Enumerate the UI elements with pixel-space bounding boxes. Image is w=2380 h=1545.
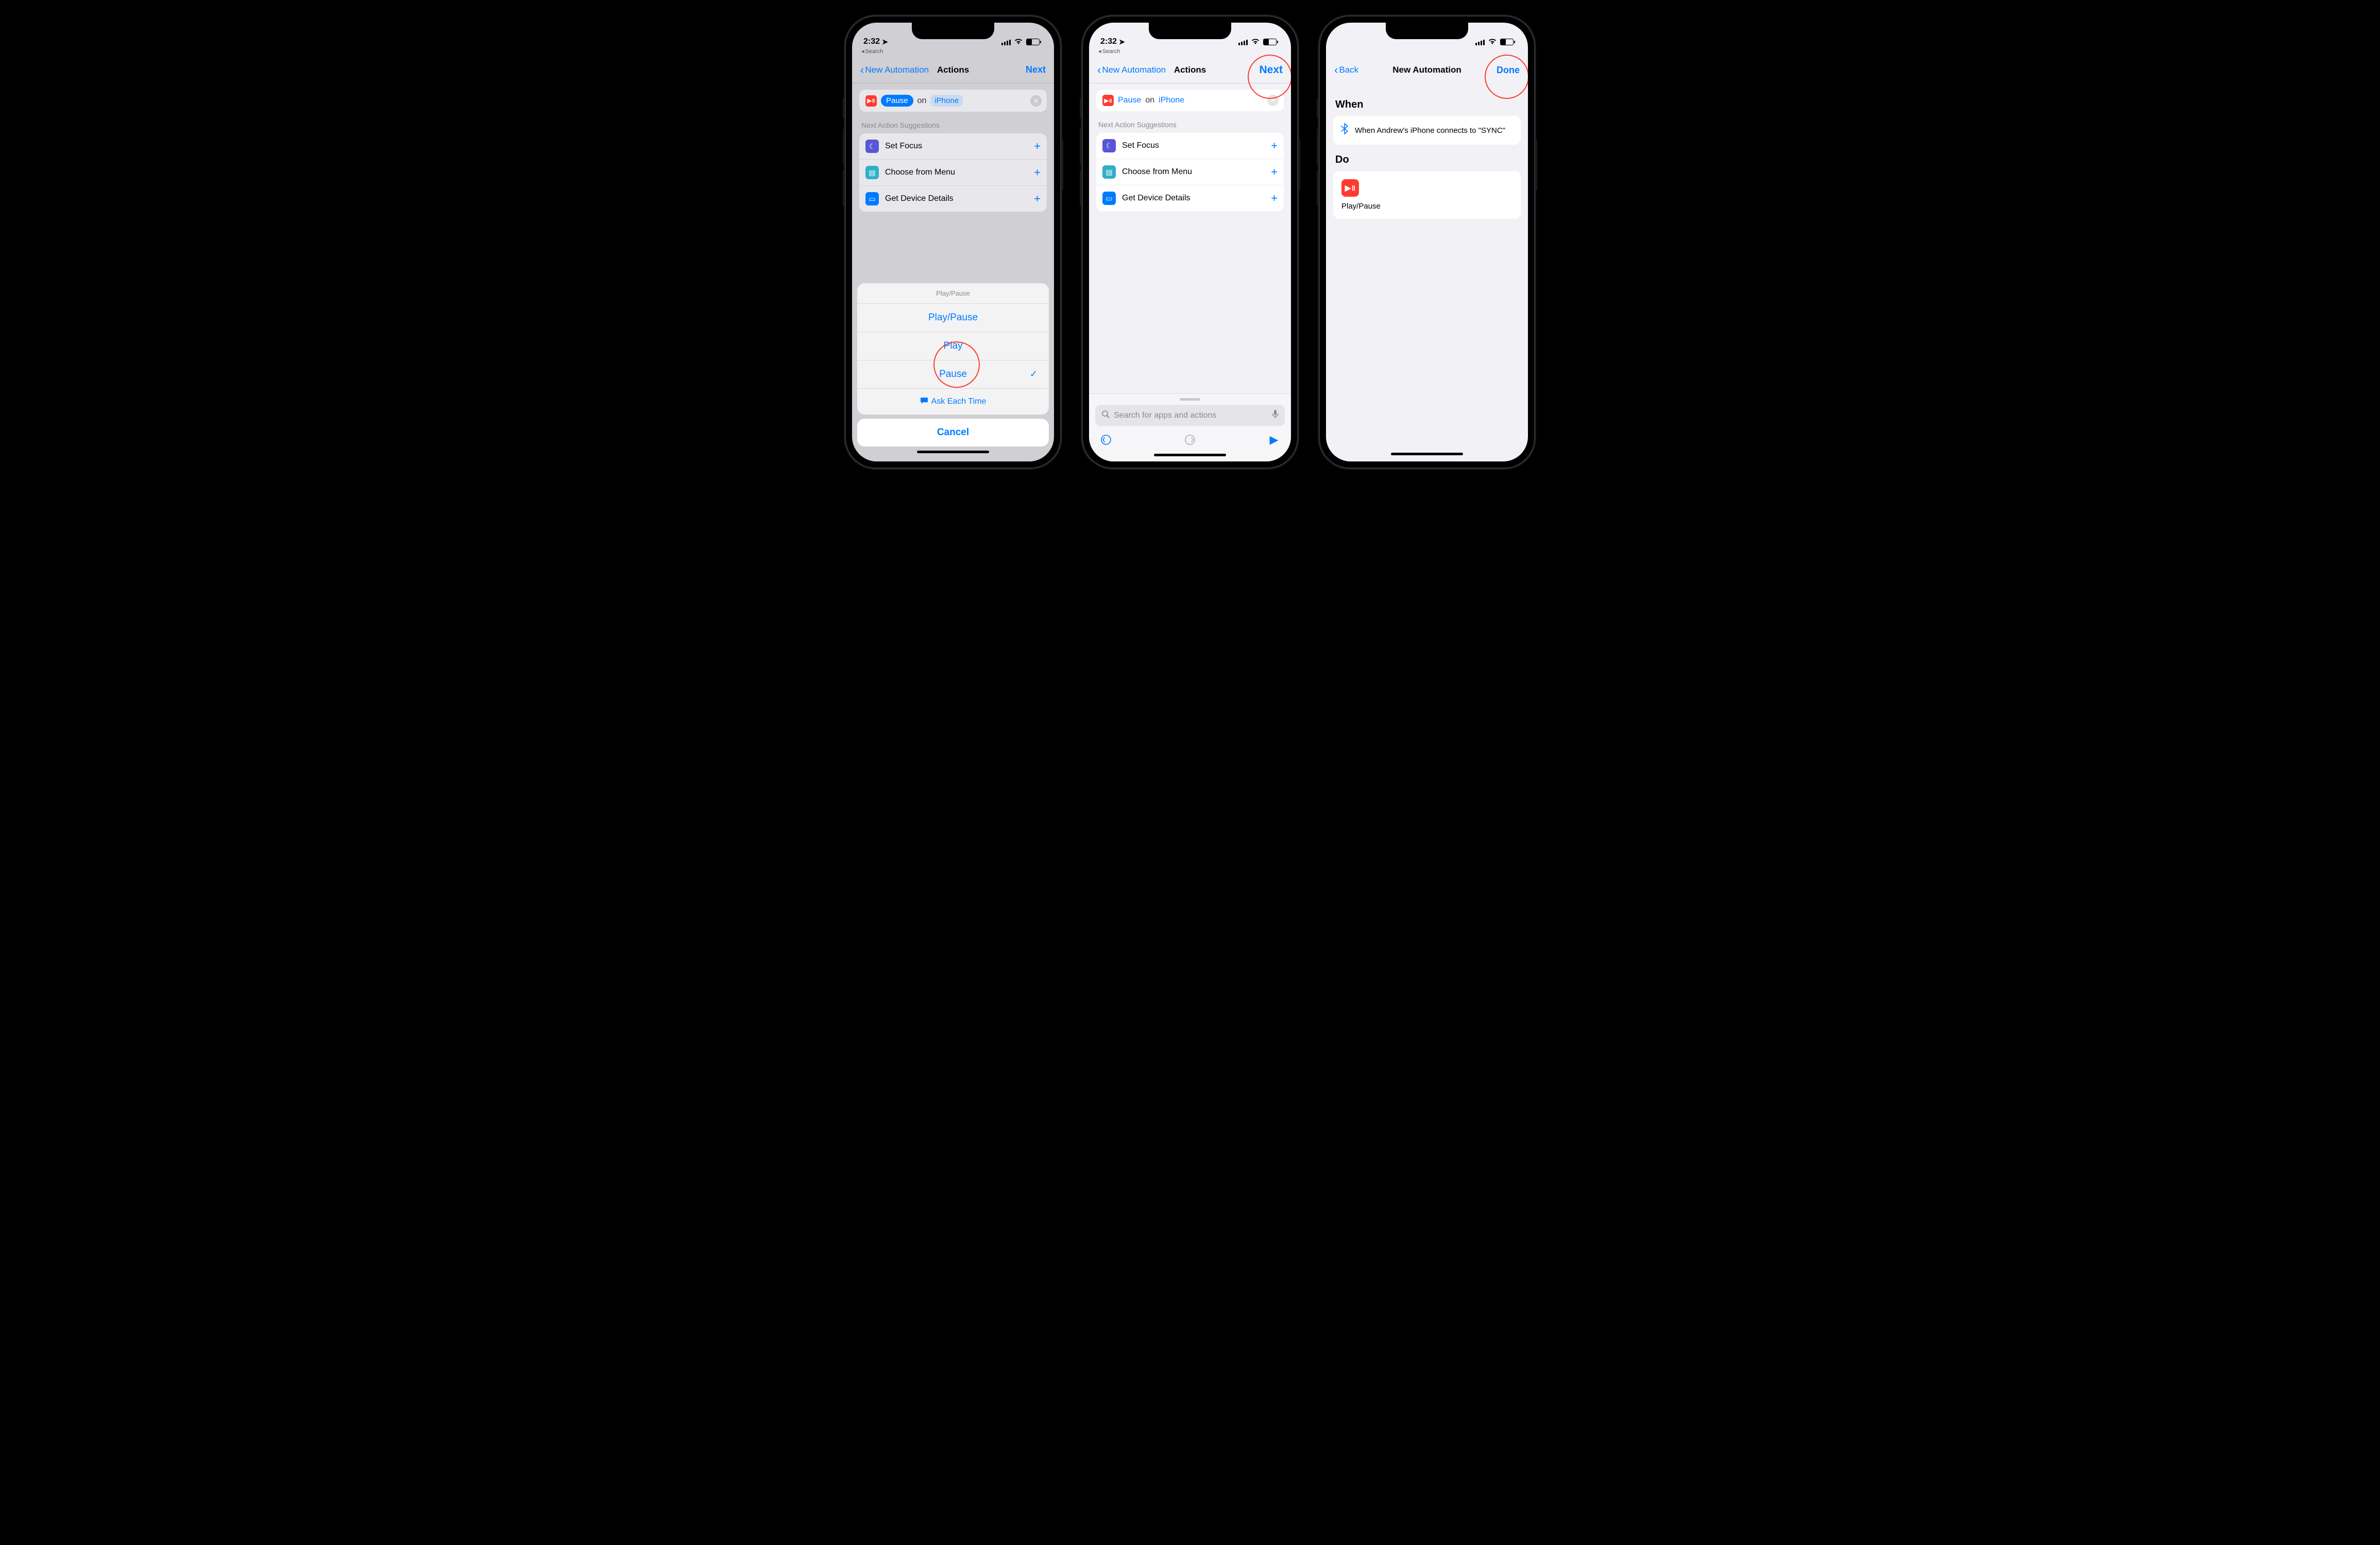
notch <box>912 23 994 39</box>
chevron-left-icon: ‹ <box>1334 64 1338 76</box>
device-icon: ▭ <box>1102 192 1116 205</box>
screen-actions-with-sheet: 2:32 ➤ ◂ Search ‹ New Automation Actions <box>852 23 1054 461</box>
sheet-header: Play/Pause <box>857 283 1049 304</box>
screen-actions: 2:32 ➤ ◂ Search ‹ New Automation Actions <box>1089 23 1291 461</box>
chevron-left-icon: ◂ <box>1098 48 1101 55</box>
toolbar: ▶ <box>1095 426 1285 450</box>
do-card[interactable]: ▶॥ Play/Pause <box>1333 171 1521 219</box>
wifi-icon <box>1251 38 1260 46</box>
search-bar[interactable]: Search for apps and actions <box>1095 405 1285 426</box>
phone-mockup-2: 2:32 ➤ ◂ Search ‹ New Automation Actions <box>1082 15 1298 469</box>
sheet-option-ask[interactable]: Ask Each Time <box>857 389 1049 415</box>
search-placeholder: Search for apps and actions <box>1114 411 1216 420</box>
focus-icon: ☾ <box>1102 139 1116 152</box>
add-icon[interactable]: + <box>1271 139 1278 152</box>
when-heading: When <box>1335 99 1519 111</box>
suggestions-label: Next Action Suggestions <box>1098 121 1282 129</box>
home-indicator[interactable] <box>1154 454 1226 456</box>
mic-icon[interactable] <box>1272 409 1279 421</box>
action-sheet: Play/Pause Play/Pause Play Pause Ask Eac… <box>852 23 1054 461</box>
cellular-icon <box>1238 39 1248 45</box>
breadcrumb-back[interactable]: ◂ Search <box>1098 48 1120 55</box>
grabber[interactable] <box>1180 398 1200 401</box>
action-pill[interactable]: Pause <box>1118 96 1141 105</box>
nav-back-button[interactable]: ‹ New Automation <box>1097 64 1166 76</box>
wifi-icon <box>1488 38 1497 46</box>
nav-bar: ‹ New Automation Actions Next <box>1089 57 1291 83</box>
location-icon: ➤ <box>1119 38 1125 46</box>
sheet-option-pause[interactable]: Pause <box>857 360 1049 389</box>
sheet-option-play[interactable]: Play <box>857 332 1049 360</box>
phone-mockup-3: ‹ Back New Automation Done When When And… <box>1319 15 1535 469</box>
undo-button[interactable] <box>1098 432 1114 448</box>
action-block[interactable]: ▶॥ Pause on iPhone ✕ <box>1096 90 1284 111</box>
sheet-options: Play/Pause Play/Pause Play Pause Ask Eac… <box>857 283 1049 415</box>
nav-title: Actions <box>1174 65 1206 75</box>
redo-button <box>1182 432 1198 448</box>
chevron-left-icon: ‹ <box>1097 64 1101 76</box>
notch <box>1149 23 1231 39</box>
nav-next-button[interactable]: Next <box>1259 64 1283 76</box>
search-icon <box>1101 410 1110 421</box>
cellular-icon <box>1475 39 1485 45</box>
nav-title: New Automation <box>1392 65 1461 75</box>
home-indicator[interactable] <box>1391 453 1463 455</box>
suggestion-set-focus[interactable]: ☾ Set Focus + <box>1096 133 1284 159</box>
battery-icon <box>1263 39 1277 45</box>
bluetooth-icon <box>1340 123 1349 138</box>
menu-icon: ▤ <box>1102 165 1116 179</box>
do-heading: Do <box>1335 154 1519 166</box>
nav-done-button[interactable]: Done <box>1497 65 1520 76</box>
add-icon[interactable]: + <box>1271 192 1278 205</box>
do-text: Play/Pause <box>1341 202 1381 211</box>
play-pause-icon: ▶॥ <box>1102 95 1114 106</box>
run-button[interactable]: ▶ <box>1266 432 1282 448</box>
play-pause-icon: ▶॥ <box>1341 179 1359 197</box>
on-text: on <box>1145 96 1154 105</box>
suggestion-device-details[interactable]: ▭ Get Device Details + <box>1096 185 1284 211</box>
home-indicator[interactable] <box>917 451 989 453</box>
suggestion-list: ☾ Set Focus + ▤ Choose from Menu + ▭ Get… <box>1096 133 1284 211</box>
status-time: 2:32 <box>1100 37 1117 46</box>
add-icon[interactable]: + <box>1271 165 1278 179</box>
content-area: When When Andrew's iPhone connects to "S… <box>1326 83 1528 461</box>
bottom-area: Search for apps and actions ▶ <box>1089 393 1291 461</box>
nav-back-button[interactable]: ‹ Back <box>1334 64 1358 76</box>
screen-new-automation: ‹ Back New Automation Done When When And… <box>1326 23 1528 461</box>
phone-mockup-1: 2:32 ➤ ◂ Search ‹ New Automation Actions <box>845 15 1061 469</box>
when-card[interactable]: When Andrew's iPhone connects to "SYNC" <box>1333 116 1521 145</box>
notch <box>1386 23 1468 39</box>
when-text: When Andrew's iPhone connects to "SYNC" <box>1355 126 1505 135</box>
battery-icon <box>1500 39 1514 45</box>
sheet-cancel-button[interactable]: Cancel <box>857 419 1049 447</box>
sheet-option-playpause[interactable]: Play/Pause <box>857 304 1049 332</box>
suggestion-choose-menu[interactable]: ▤ Choose from Menu + <box>1096 159 1284 185</box>
message-icon <box>920 397 928 406</box>
device-pill[interactable]: iPhone <box>1159 96 1184 105</box>
nav-bar: ‹ Back New Automation Done <box>1326 57 1528 83</box>
clear-action-button[interactable]: ✕ <box>1267 95 1279 106</box>
